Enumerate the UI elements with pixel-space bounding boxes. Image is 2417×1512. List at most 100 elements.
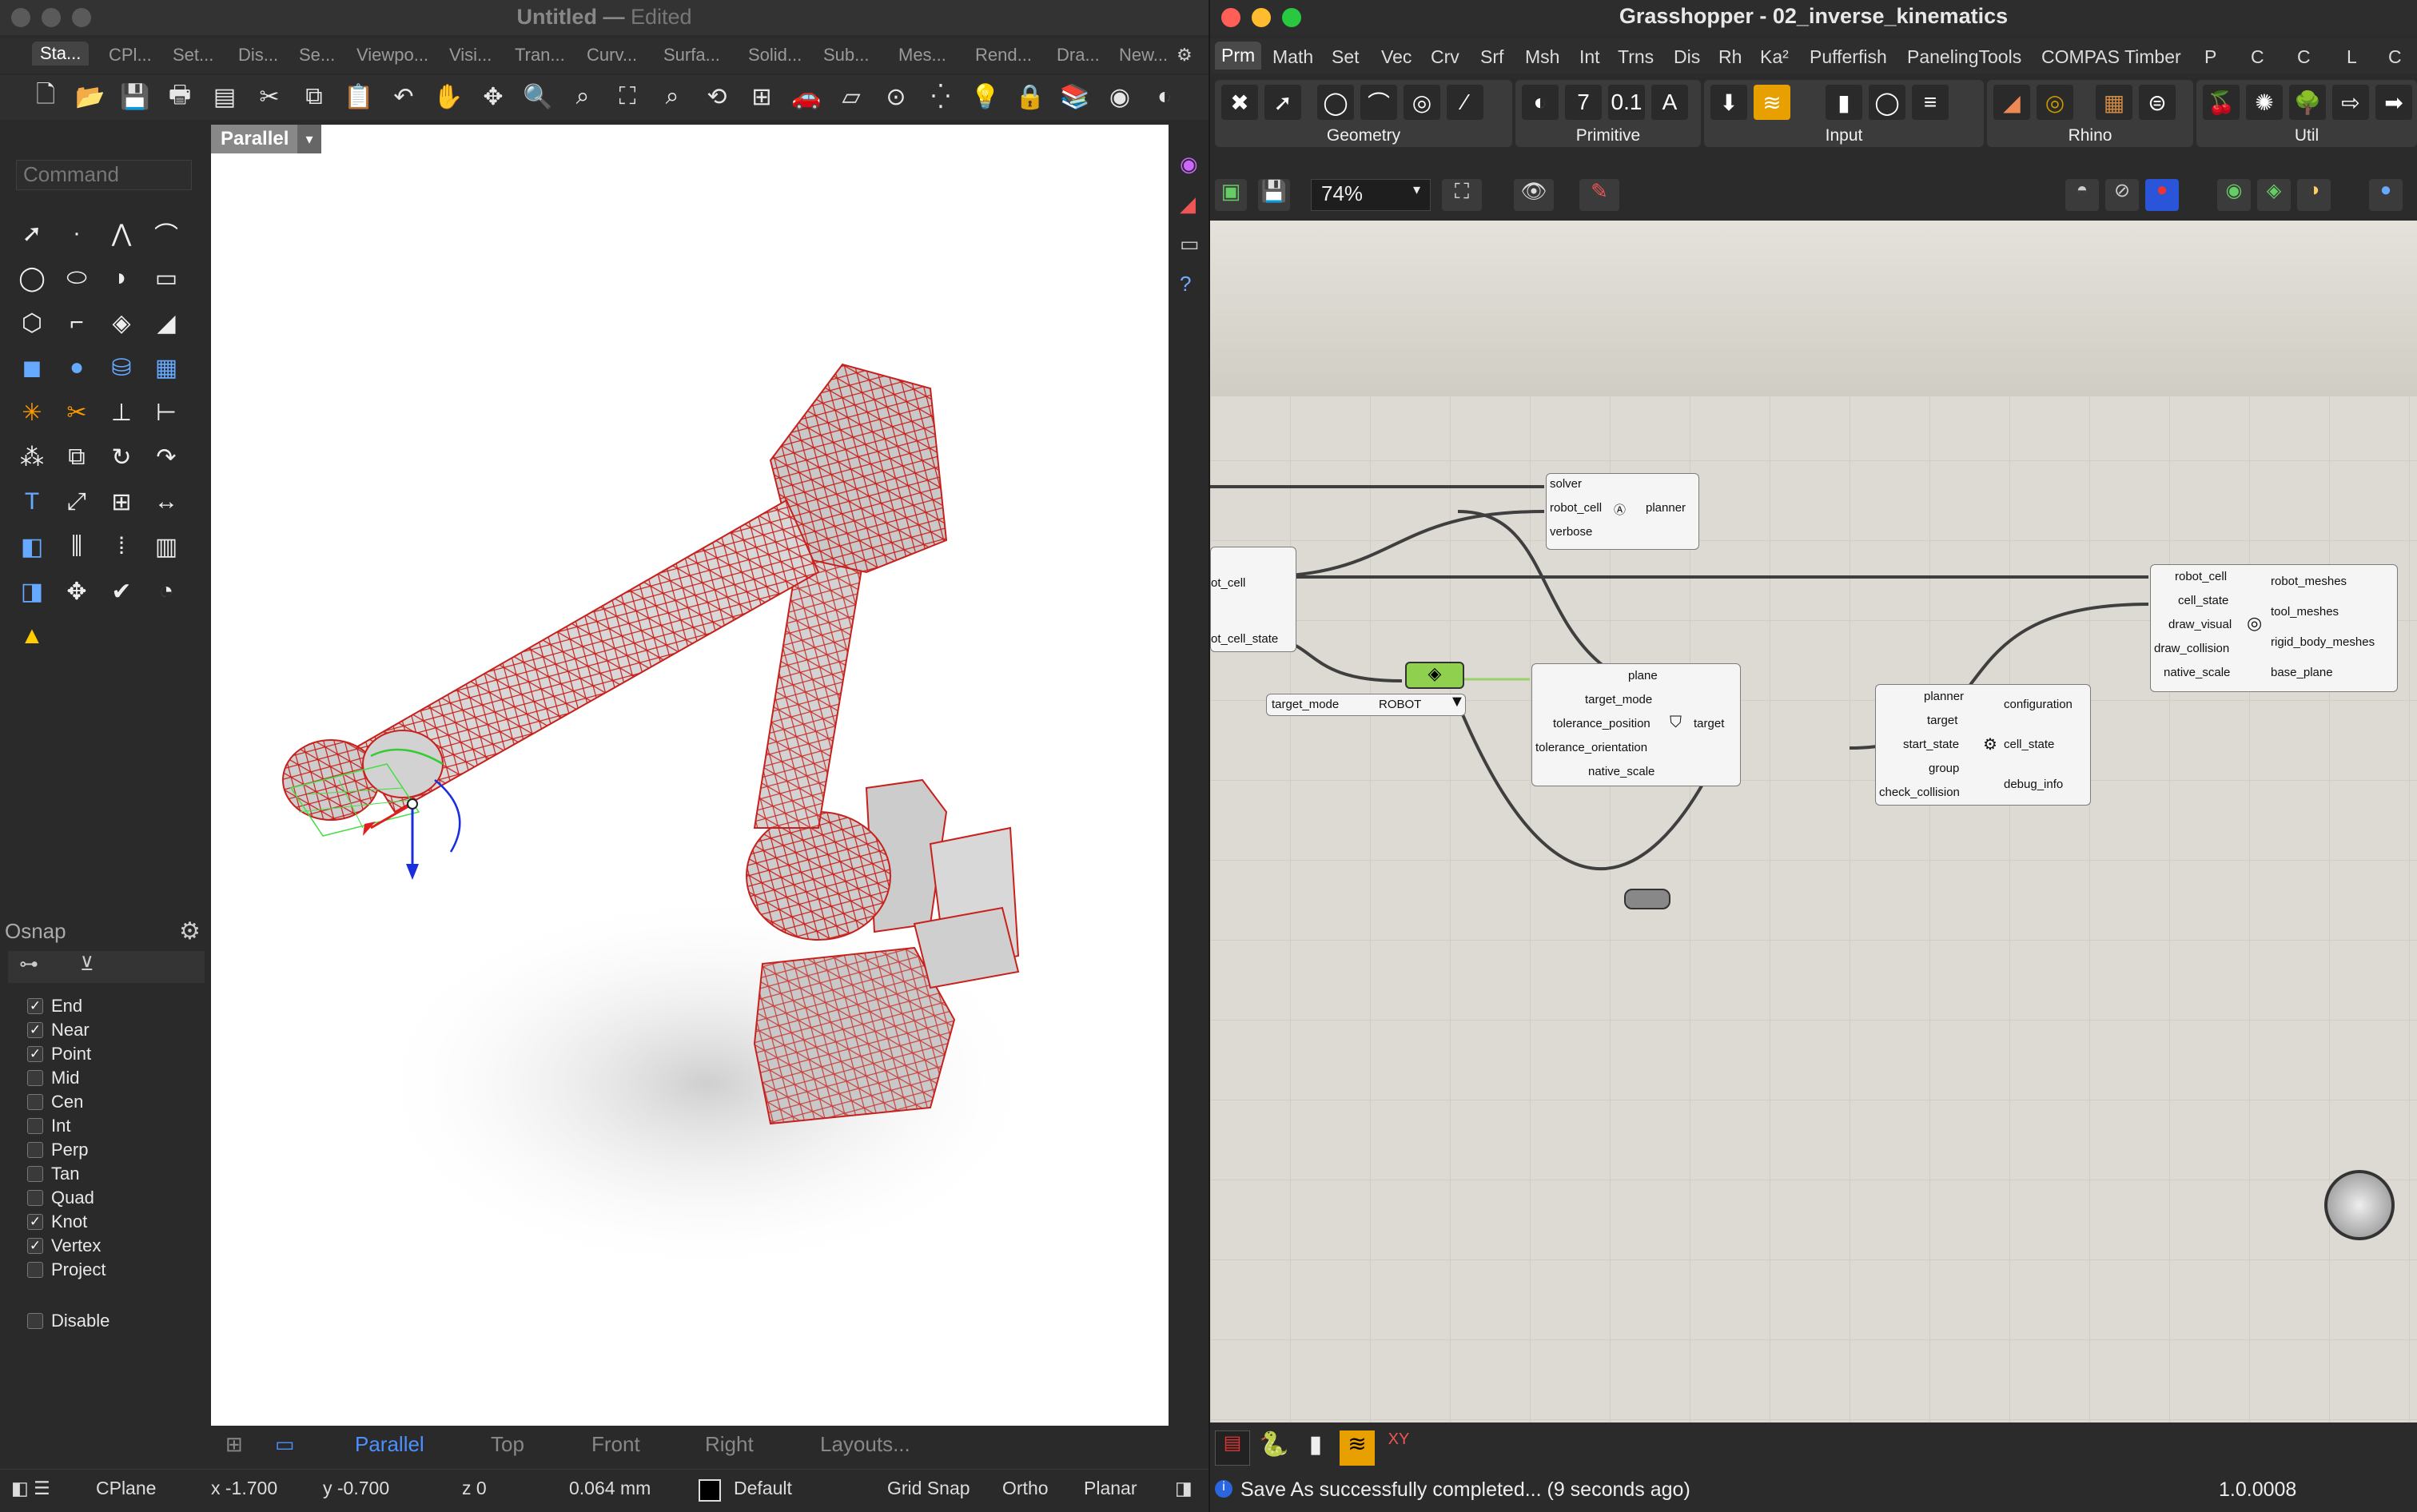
tab-p[interactable]: P: [2204, 46, 2216, 68]
tab-subd-tools[interactable]: Sub...: [823, 45, 869, 66]
box-icon[interactable]: ◼: [14, 350, 50, 385]
layer-icon[interactable]: 📚: [1060, 82, 1090, 112]
smarttrack-tab-icon[interactable]: ⊻: [80, 953, 94, 976]
layer-color-swatch[interactable]: [699, 1479, 721, 1502]
sidebar-toggle-icon[interactable]: ◧ ☰: [11, 1478, 50, 1499]
input-robot-cell[interactable]: robot_cell: [2175, 570, 2227, 583]
osnap-item-cen[interactable]: Cen: [27, 1092, 83, 1112]
tab-pufferfish[interactable]: Pufferfish: [1810, 46, 1887, 68]
geometry-param-icon[interactable]: ✖: [1221, 85, 1258, 120]
tab-surface[interactable]: Srf: [1480, 46, 1503, 68]
gear-icon[interactable]: ⚙: [1177, 45, 1193, 66]
rectangle-icon[interactable]: ▭: [149, 261, 184, 296]
galapagos-icon[interactable]: ✺: [2246, 85, 2283, 120]
save-icon[interactable]: 💾: [120, 82, 150, 112]
checkbox[interactable]: ✓: [27, 1046, 43, 1062]
osnap-item-vertex[interactable]: ✓ Vertex: [27, 1235, 101, 1256]
sketch-pen-icon[interactable]: ✎: [1579, 179, 1619, 211]
move-icon[interactable]: ✥: [59, 574, 94, 609]
arrow-right-icon[interactable]: ⇨: [2332, 85, 2369, 120]
input-tolerance-orientation[interactable]: tolerance_orientation: [1535, 741, 1647, 754]
select-arrow-icon[interactable]: ➚: [14, 216, 50, 251]
line-param-icon[interactable]: ⁄: [1447, 85, 1483, 120]
preview-off-icon[interactable]: ⊘: [2105, 179, 2139, 211]
checkbox[interactable]: ✓: [27, 1214, 43, 1230]
tab-curve[interactable]: Crv: [1431, 46, 1459, 68]
osnap-toggle-icon[interactable]: ⊙: [881, 82, 911, 112]
output-debug-info[interactable]: debug_info: [2004, 778, 2063, 791]
comb-icon[interactable]: ⫼: [59, 529, 94, 564]
output-cell-state[interactable]: cell_state: [2004, 738, 2054, 751]
cplane-icon[interactable]: ▱: [836, 82, 866, 112]
open-file-icon[interactable]: 📂: [75, 82, 106, 112]
osnap-item-perp[interactable]: Perp: [27, 1140, 88, 1160]
color-wheel-icon[interactable]: ◉: [1180, 152, 1198, 177]
join-icon[interactable]: ⊢: [149, 395, 184, 430]
osnap-item-tan[interactable]: Tan: [27, 1164, 79, 1184]
grasshopper-canvas[interactable]: solver robot_cell verbose Ⓐ planner ot_c…: [1210, 221, 2417, 1422]
check-icon[interactable]: ✔: [104, 574, 139, 609]
osnap-item-near[interactable]: ✓ Near: [27, 1020, 90, 1040]
block-icon[interactable]: ◧: [14, 529, 50, 564]
fillet-curve-icon[interactable]: ⌐: [59, 305, 94, 340]
preview-mesh-icon[interactable]: ◈: [2257, 179, 2291, 211]
graph-mapper-icon[interactable]: ≋: [1754, 85, 1790, 120]
save-icon[interactable]: 💾: [1258, 179, 1290, 211]
output-tool-meshes[interactable]: tool_meshes: [2271, 605, 2339, 619]
tab-c2[interactable]: C: [2297, 46, 2311, 68]
extrude-icon[interactable]: ◢: [149, 305, 184, 340]
tab-c3[interactable]: C: [2388, 46, 2402, 68]
cylinder-icon[interactable]: ⛁: [104, 350, 139, 385]
tab-select[interactable]: Se...: [299, 45, 335, 66]
tab-params[interactable]: Prm: [1215, 42, 1262, 70]
four-view-icon[interactable]: ⊞: [225, 1432, 243, 1457]
tab-surface-tools[interactable]: Surfa...: [663, 45, 720, 66]
tab-mesh[interactable]: Msh: [1525, 46, 1559, 68]
robot-target-component[interactable]: plane target_mode tolerance_position tol…: [1531, 663, 1741, 786]
checkbox[interactable]: [27, 1142, 43, 1158]
circle-icon[interactable]: ◯: [14, 261, 50, 296]
osnap-item-knot[interactable]: ✓ Knot: [27, 1212, 87, 1232]
zoom-selected-icon[interactable]: ⌕: [657, 82, 687, 112]
undo-view-icon[interactable]: ⟲: [702, 82, 732, 112]
input-native-scale[interactable]: native_scale: [2164, 666, 2230, 679]
output-planner[interactable]: planner: [1646, 501, 1686, 515]
tab-standard[interactable]: Sta...: [32, 42, 90, 66]
input-tolerance-position[interactable]: tolerance_position: [1553, 717, 1650, 730]
value-list-header-icon[interactable]: ◈: [1405, 662, 1464, 689]
display-icon[interactable]: ▭: [1180, 232, 1200, 257]
input-start-state[interactable]: start_state: [1903, 738, 1959, 751]
tab-parallel[interactable]: Parallel: [355, 1432, 424, 1457]
zoom-icon[interactable]: 🔍: [523, 82, 553, 112]
input-robot-cell[interactable]: robot_cell: [1550, 501, 1602, 515]
tab-c1[interactable]: C: [2251, 46, 2264, 68]
point-icon[interactable]: ·: [59, 216, 94, 251]
cut-icon[interactable]: ✂: [254, 82, 285, 112]
checkbox[interactable]: ✓: [27, 1022, 43, 1038]
lock-icon[interactable]: 🔒: [1015, 82, 1045, 112]
graph-mapper-icon[interactable]: ≋: [1340, 1430, 1375, 1466]
output-target[interactable]: target: [1694, 717, 1724, 730]
materials-icon[interactable]: ◢: [1180, 192, 1196, 217]
single-view-icon[interactable]: ▭: [275, 1432, 295, 1457]
target-mode-value-list[interactable]: target_mode ROBOT ▼: [1266, 693, 1466, 716]
tab-transform[interactable]: Tran...: [515, 45, 565, 66]
tab-cplanes[interactable]: CPl...: [109, 45, 152, 66]
tab-right[interactable]: Right: [705, 1432, 754, 1457]
tab-render-tools[interactable]: Rend...: [975, 45, 1032, 66]
zoom-window-icon[interactable]: ⌕: [567, 82, 598, 112]
circle-param-icon[interactable]: ◯: [1317, 85, 1354, 120]
polyline-icon[interactable]: ⋀: [104, 216, 139, 251]
value-list-selection[interactable]: ROBOT: [1379, 698, 1421, 711]
output-robot-meshes[interactable]: robot_meshes: [2271, 575, 2347, 588]
paste-icon[interactable]: 📋: [344, 82, 374, 112]
scene-visualization-component[interactable]: robot_cell cell_state draw_visual draw_c…: [2150, 564, 2398, 692]
sphere-icon[interactable]: ●: [59, 350, 94, 385]
osnap-tab-icon[interactable]: ⊶: [19, 953, 38, 976]
arrow-right-icon[interactable]: ➡: [2375, 85, 2412, 120]
import-icon[interactable]: ⬇: [1710, 85, 1747, 120]
output-robot-cell[interactable]: ot_cell: [1211, 576, 1245, 590]
light-icon[interactable]: ▲: [14, 619, 50, 654]
input-draw-visual[interactable]: draw_visual: [2168, 618, 2232, 631]
preview-wireframe-icon[interactable]: ◓: [2065, 179, 2099, 211]
